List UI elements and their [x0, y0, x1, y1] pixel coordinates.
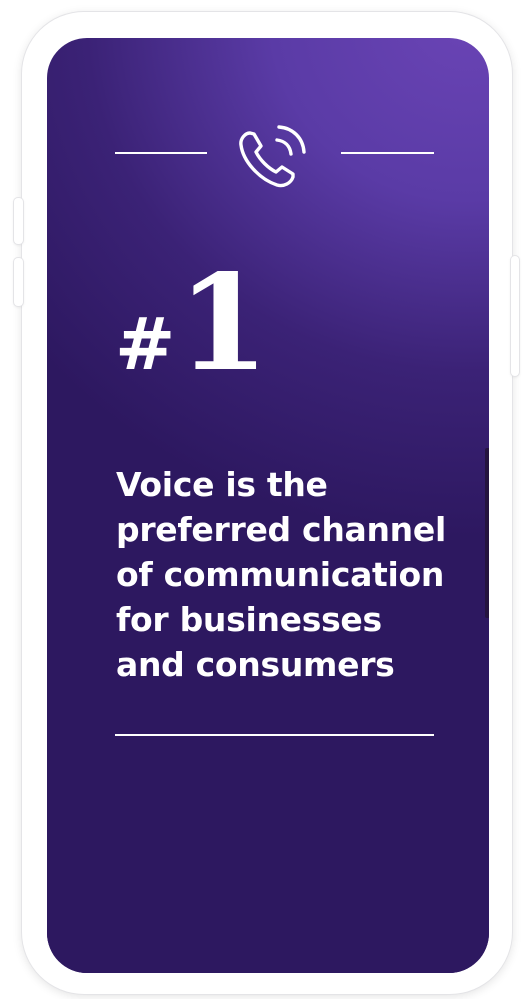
phone-screen: #1 Voice is the preferred channel of com…: [47, 38, 489, 973]
volume-down-button: [14, 258, 23, 306]
top-left-divider: [115, 152, 207, 154]
stat-hash: #: [115, 301, 176, 386]
stat-rank: #1: [115, 258, 269, 390]
bottom-divider: [115, 734, 434, 736]
scroll-indicator: [485, 448, 489, 618]
stat-headline: Voice is the preferred channel of commun…: [116, 465, 446, 684]
top-right-divider: [341, 152, 434, 154]
phone-ringing-icon: [233, 121, 313, 193]
power-button: [511, 256, 519, 376]
stat-number: 1: [177, 246, 270, 401]
volume-up-button: [14, 198, 23, 244]
